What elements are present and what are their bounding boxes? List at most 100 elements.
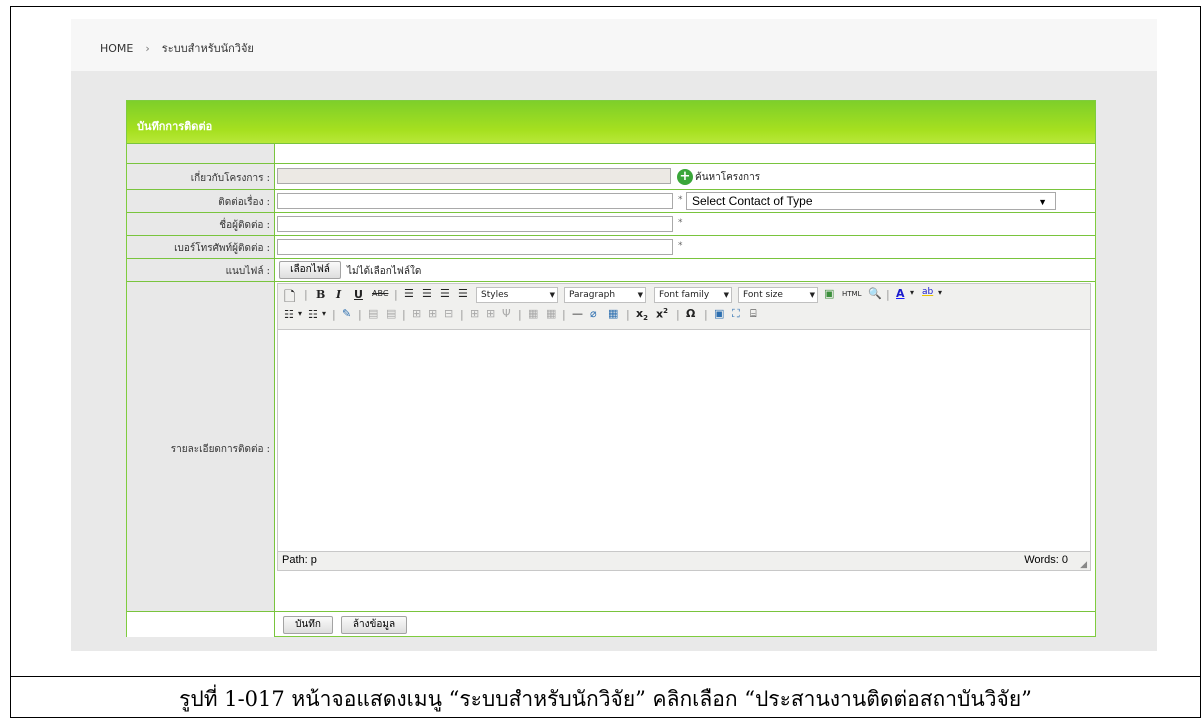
- contact-type-value: Select Contact of Type: [692, 194, 813, 208]
- underline-icon[interactable]: U: [354, 288, 363, 301]
- toolbar-divider: |: [626, 308, 630, 321]
- editor-statusbar: Path: p Words: 0 ◢: [278, 551, 1090, 570]
- font-size-dropdown[interactable]: Font size ▼: [738, 287, 818, 303]
- cell-props-icon[interactable]: ▤: [386, 307, 396, 320]
- bold-icon[interactable]: B: [316, 288, 325, 301]
- align-center-icon[interactable]: ☰: [422, 287, 432, 300]
- toolbar-divider: |: [460, 308, 464, 321]
- panel-title: บันทึกการติดต่อ: [137, 120, 213, 133]
- font-family-label: Font family: [659, 290, 710, 300]
- project-label: เกี่ยวกับโครงการ :: [190, 173, 270, 184]
- panel-header: บันทึกการติดต่อ: [127, 101, 1095, 143]
- new-document-icon[interactable]: 🗋: [284, 286, 295, 310]
- project-label-cell: เกี่ยวกับโครงการ :: [127, 164, 275, 189]
- subject-input[interactable]: [277, 193, 673, 209]
- contact-type-select[interactable]: Select Contact of Type ▼: [686, 192, 1056, 210]
- chevron-down-icon: ▼: [723, 291, 729, 299]
- align-left-icon[interactable]: ☰: [404, 287, 414, 300]
- clear-button[interactable]: ล้างข้อมูล: [341, 616, 407, 634]
- remove-format-icon[interactable]: ⌀: [590, 307, 597, 320]
- highlight-color-icon[interactable]: ab: [922, 287, 933, 297]
- chevron-down-icon[interactable]: ▾: [938, 288, 942, 297]
- insert-col-icon[interactable]: ⊞: [470, 307, 479, 320]
- project-input[interactable]: [277, 168, 671, 184]
- styles-dropdown[interactable]: Styles ▼: [476, 287, 558, 303]
- toolbar-divider: |: [402, 308, 406, 321]
- numbered-list-icon[interactable]: ☷: [308, 308, 318, 321]
- required-mark: *: [678, 241, 683, 251]
- edit-icon[interactable]: ✎: [342, 307, 351, 320]
- bullet-list-icon[interactable]: ☷: [284, 308, 294, 321]
- html-source-button[interactable]: HTML: [842, 290, 861, 298]
- chevron-down-icon[interactable]: ▾: [910, 288, 914, 297]
- insert-row-after-icon[interactable]: ⊞: [428, 307, 437, 320]
- resize-handle-icon[interactable]: ◢: [1080, 559, 1087, 570]
- add-icon[interactable]: +: [677, 169, 693, 185]
- strikethrough-icon[interactable]: ABC: [372, 289, 388, 298]
- breadcrumb: HOME › ระบบสำหรับนักวิจัย: [100, 39, 254, 57]
- phone-input[interactable]: [277, 239, 673, 255]
- no-file-text: ไม่ได้เลือกไฟล์ใด: [347, 266, 422, 277]
- choose-file-button[interactable]: เลือกไฟล์: [279, 261, 341, 279]
- merge-cells-icon[interactable]: ▦: [546, 307, 556, 320]
- toolbar-divider: |: [518, 308, 522, 321]
- horizontal-rule-icon[interactable]: —: [572, 307, 583, 320]
- insert-col-after-icon[interactable]: ⊞: [486, 307, 495, 320]
- attach-label-cell: แนบไฟล์ :: [127, 259, 275, 281]
- actions-label-cell: [127, 612, 275, 637]
- paragraph-label: Paragraph: [569, 290, 616, 300]
- insert-row-icon[interactable]: ⊞: [412, 307, 421, 320]
- chevron-down-icon: ▼: [809, 291, 815, 299]
- search-project-link[interactable]: ค้นหาโครงการ: [695, 170, 760, 185]
- text-color-icon[interactable]: A: [896, 287, 905, 300]
- paragraph-dropdown[interactable]: Paragraph ▼: [564, 287, 646, 303]
- table-icon[interactable]: ▦: [608, 307, 618, 320]
- breadcrumb-home[interactable]: HOME: [100, 42, 133, 55]
- spacer-row: [127, 143, 1095, 163]
- word-count: Words: 0: [1024, 554, 1068, 566]
- chevron-down-icon: ▼: [1038, 197, 1047, 207]
- font-family-dropdown[interactable]: Font family ▼: [654, 287, 732, 303]
- chevron-down-icon[interactable]: ▾: [298, 309, 302, 318]
- toolbar-divider: |: [358, 308, 362, 321]
- editor-content-area[interactable]: [278, 330, 1090, 552]
- toolbar-divider: |: [562, 308, 566, 321]
- attach-label: แนบไฟล์ :: [225, 266, 270, 277]
- image-icon[interactable]: ▣: [824, 287, 834, 300]
- contact-name-row: ชื่อผู้ติดต่อ : *: [127, 212, 1095, 235]
- preview-icon[interactable]: 🔍: [868, 287, 882, 300]
- italic-icon[interactable]: I: [336, 288, 341, 301]
- special-char-icon[interactable]: Ω: [686, 307, 695, 320]
- figure-caption: รูปที่ 1-017 หน้าจอแสดงเมนู “ระบบสำหรับน…: [179, 687, 1032, 711]
- subject-label: ติดต่อเรื่อง :: [218, 197, 270, 208]
- contact-name-input[interactable]: [277, 216, 673, 232]
- editor-path: Path: p: [282, 554, 317, 566]
- chevron-down-icon: ▼: [549, 291, 555, 299]
- toolbar-divider: |: [676, 308, 680, 321]
- delete-row-icon[interactable]: ⊟: [444, 307, 453, 320]
- subscript-icon[interactable]: x2: [636, 307, 648, 322]
- details-label: รายละเอียดการติดต่อ :: [170, 444, 270, 455]
- align-justify-icon[interactable]: ☰: [458, 287, 468, 300]
- toolbar-divider: |: [704, 308, 708, 321]
- required-mark: *: [678, 195, 683, 205]
- toolbar-divider: |: [886, 288, 890, 301]
- superscript-icon[interactable]: x2: [656, 307, 668, 321]
- toolbar-divider: |: [394, 288, 398, 301]
- subject-row: ติดต่อเรื่อง : * Select Contact of Type …: [127, 189, 1095, 212]
- split-cell-icon[interactable]: ▦: [528, 307, 538, 320]
- visual-aid-icon[interactable]: ⛶: [732, 307, 740, 321]
- breadcrumb-current[interactable]: ระบบสำหรับนักวิจัย: [162, 39, 254, 57]
- save-button[interactable]: บันทึก: [283, 616, 333, 634]
- page-break-icon[interactable]: ⌸: [750, 307, 757, 321]
- styles-label: Styles: [481, 290, 509, 300]
- align-right-icon[interactable]: ☰: [440, 287, 450, 300]
- rich-text-editor[interactable]: 🗋 | B I U ABC | ☰ ☰ ☰ ☰ Styles ▼ Paragrap…: [277, 283, 1091, 571]
- attach-row: แนบไฟล์ : เลือกไฟล์ ไม่ได้เลือกไฟล์ใด: [127, 258, 1095, 281]
- table-props-icon[interactable]: ▤: [368, 307, 378, 320]
- delete-col-icon[interactable]: Ψ: [502, 307, 511, 320]
- contact-record-panel: บันทึกการติดต่อ เกี่ยวกับโครงการ : + ค้น…: [126, 100, 1096, 637]
- breadcrumb-separator: ›: [145, 41, 150, 55]
- chevron-down-icon[interactable]: ▾: [322, 309, 326, 318]
- media-icon[interactable]: ▣: [714, 307, 724, 320]
